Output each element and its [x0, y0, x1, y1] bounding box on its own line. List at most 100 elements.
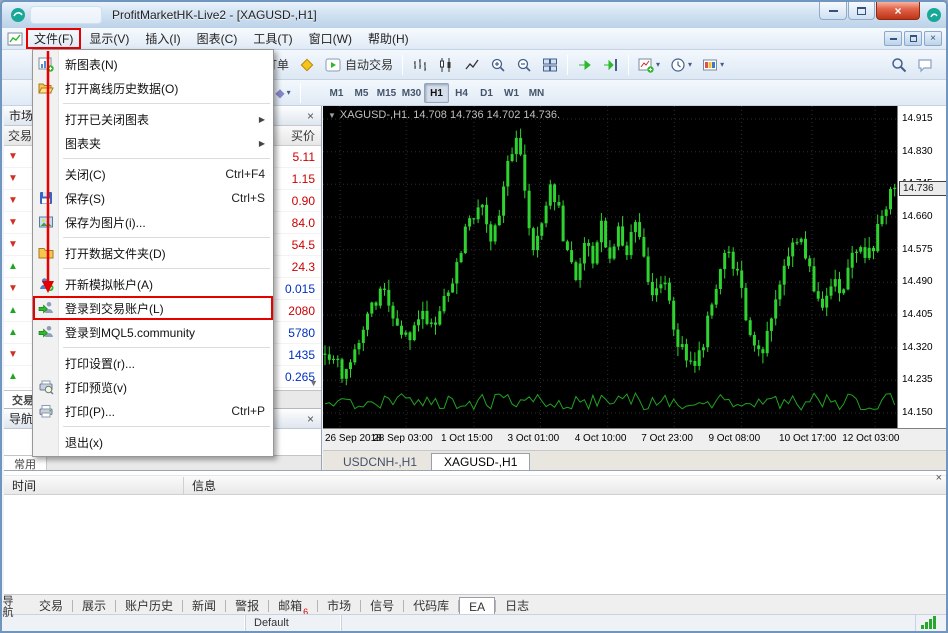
auto-scroll-button[interactable] — [573, 54, 597, 76]
metaeditor-button[interactable] — [295, 54, 319, 76]
column-time[interactable]: 时间 — [4, 477, 184, 494]
terminal-tab-新闻[interactable]: 新闻 — [183, 597, 225, 615]
price-axis[interactable]: 14.91514.83014.74514.66014.57514.49014.4… — [897, 106, 948, 428]
menubar-item[interactable]: 插入(I) — [137, 28, 188, 49]
menu-item-label: 打开离线历史数据(O) — [65, 80, 178, 97]
file-menu-item[interactable]: 退出(x) — [33, 430, 273, 454]
zoom-in-button[interactable] — [486, 54, 510, 76]
templates-dropdown[interactable]: ▾ — [698, 54, 728, 76]
timeframe-button-mn[interactable]: MN — [524, 83, 549, 103]
timeframe-button-d1[interactable]: D1 — [474, 83, 499, 103]
tile-windows-button[interactable] — [538, 54, 562, 76]
file-menu-item[interactable]: 打开数据文件夹(D) — [33, 241, 273, 265]
file-menu-item[interactable]: 登录到交易账户(L) — [33, 296, 273, 320]
terminal-tab-邮箱[interactable]: 邮箱6 — [269, 597, 317, 615]
chat-button[interactable] — [913, 54, 937, 76]
date-axis[interactable]: 26 Sep 201828 Sep 03:001 Oct 15:003 Oct … — [323, 428, 948, 450]
auto-trading-icon — [325, 57, 341, 73]
terminal-tab-交易[interactable]: 交易 — [30, 597, 72, 615]
tick-up-icon: ▲ — [4, 305, 22, 316]
terminal-tab-代码库[interactable]: 代码库 — [404, 597, 458, 615]
chart-tab[interactable]: XAGUSD-,H1 — [431, 453, 530, 470]
date-tick: 12 Oct 03:00 — [842, 433, 899, 444]
minimize-button[interactable] — [819, 2, 847, 20]
search-button[interactable] — [887, 54, 911, 76]
navigator-close-icon[interactable]: × — [305, 413, 316, 425]
timeframe-button-m1[interactable]: M1 — [324, 83, 349, 103]
price-tick: 14.235 — [902, 374, 933, 385]
menu-item-shortcut: Ctrl+P — [231, 404, 265, 418]
bar-chart-button[interactable] — [408, 54, 432, 76]
menubar-item[interactable]: 图表(C) — [189, 28, 246, 49]
blank-icon — [36, 111, 56, 127]
navigator-tab-common[interactable]: 常用 — [4, 456, 47, 471]
mdi-close-button[interactable]: × — [924, 31, 942, 46]
terminal-tab-警报[interactable]: 警报 — [226, 597, 268, 615]
file-menu-item[interactable]: 打印(P)...Ctrl+P — [33, 399, 273, 423]
menubar-item[interactable]: 工具(T) — [245, 28, 300, 49]
terminal-tab-日志[interactable]: 日志 — [496, 597, 538, 615]
file-menu-item[interactable]: 开新模拟帐户(A) — [33, 272, 273, 296]
chart-tab[interactable]: USDCNH-,H1 — [331, 454, 429, 470]
dropdown-arrow-icon: ▾ — [720, 60, 724, 69]
tick-up-icon: ▲ — [4, 261, 22, 272]
terminal-tab-信号[interactable]: 信号 — [361, 597, 403, 615]
chart-dropdown-icon[interactable]: ▼ — [328, 111, 336, 120]
file-menu-item[interactable]: 关闭(C)Ctrl+F4 — [33, 162, 273, 186]
timeframe-toolbar: M1M5M15M30H1H4D1W1MN — [324, 83, 549, 103]
terminal-close-icon[interactable]: × — [936, 472, 942, 484]
timeframe-button-m15[interactable]: M15 — [374, 83, 399, 103]
chart-shift-button[interactable] — [599, 54, 623, 76]
scroll-down-icon[interactable]: ▼ — [309, 378, 318, 388]
auto-trading-button[interactable]: 自动交易 — [321, 54, 397, 76]
file-menu-item[interactable]: 打印设置(r)... — [33, 351, 273, 375]
market-watch-close-icon[interactable]: × — [305, 110, 316, 122]
zoom-in-icon — [490, 57, 506, 73]
candlestick-chart-button[interactable] — [434, 54, 458, 76]
price-tick: 14.660 — [902, 211, 933, 222]
terminal-tab-EA[interactable]: EA — [459, 597, 495, 615]
status-profile-cell[interactable]: Default — [246, 615, 342, 631]
toolbar-separator — [402, 55, 403, 75]
close-button[interactable]: × — [876, 2, 920, 20]
file-menu-item[interactable]: 保存为图片(i)... — [33, 210, 273, 234]
menubar-item[interactable]: 窗口(W) — [301, 28, 360, 49]
docked-navigator-label[interactable]: 导航 — [2, 587, 15, 625]
date-tick: 4 Oct 10:00 — [575, 433, 627, 444]
terminal-tab-账户历史[interactable]: 账户历史 — [116, 597, 182, 615]
title-quick-area — [30, 6, 102, 24]
timeframe-button-h1[interactable]: H1 — [424, 83, 449, 103]
maximize-button[interactable] — [848, 2, 875, 20]
column-message[interactable]: 信息 — [184, 477, 948, 494]
file-menu-item[interactable]: 打开已关闭图表▶ — [33, 107, 273, 131]
file-menu-item[interactable]: 登录到MQL5.community — [33, 320, 273, 344]
indicators-dropdown[interactable]: ▾ — [634, 54, 664, 76]
terminal-tab-市场[interactable]: 市场 — [318, 597, 360, 615]
timeframe-button-w1[interactable]: W1 — [499, 83, 524, 103]
clock-icon — [670, 57, 686, 73]
chart-plot-area[interactable]: ▼XAGUSD-,H1. 14.708 14.736 14.702 14.736… — [323, 106, 897, 428]
timeframe-button-m5[interactable]: M5 — [349, 83, 374, 103]
file-menu-item[interactable]: 图表夹▶ — [33, 131, 273, 155]
menubar-item[interactable]: 显示(V) — [81, 28, 137, 49]
file-menu-item[interactable]: 打印预览(v) — [33, 375, 273, 399]
menubar-item[interactable]: 帮助(H) — [360, 28, 417, 49]
terminal-tab-展示[interactable]: 展示 — [73, 597, 115, 615]
new-chart-icon — [36, 56, 56, 72]
mdi-minimize-button[interactable] — [884, 31, 902, 46]
toolbar-separator — [567, 55, 568, 75]
connection-bars-icon — [916, 615, 946, 631]
broker-logo-icon — [926, 7, 942, 23]
line-chart-button[interactable] — [460, 54, 484, 76]
shapes-dropdown[interactable]: ◆ ▾ — [271, 82, 295, 104]
file-menu-item[interactable]: 保存(S)Ctrl+S — [33, 186, 273, 210]
timeframe-button-h4[interactable]: H4 — [449, 83, 474, 103]
file-menu-item[interactable]: 新图表(N) — [33, 52, 273, 76]
menubar-item[interactable]: 文件(F) — [26, 28, 81, 49]
periods-dropdown[interactable]: ▾ — [666, 54, 696, 76]
zoom-out-button[interactable] — [512, 54, 536, 76]
timeframe-button-m30[interactable]: M30 — [399, 83, 424, 103]
account-new-icon — [36, 276, 56, 292]
file-menu-item[interactable]: 打开离线历史数据(O) — [33, 76, 273, 100]
mdi-restore-button[interactable] — [904, 31, 922, 46]
